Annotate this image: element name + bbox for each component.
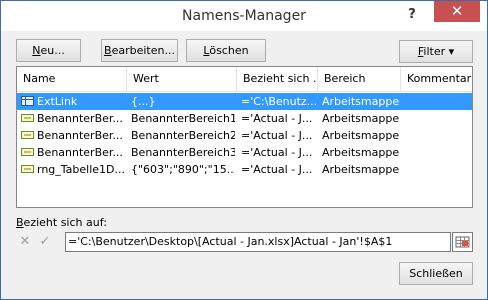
refers-to-bar: ✕ ✓ ='C:\Benutzer\Desktop\[Actual - Jan.… [16,232,473,254]
list-header: Name Wert Bezieht sich ... Bereich Komme… [17,67,472,92]
new-button[interactable]: Neu... [16,39,81,62]
cell-name: BenannterBer... [37,146,123,159]
name-icon [21,165,34,173]
cell-scope: Arbeitsmappe [322,95,400,108]
name-icon [21,131,34,139]
cell-name: BenannterBer... [37,112,123,125]
close-window-button[interactable]: ✕ [434,1,480,22]
range-select-button[interactable] [452,232,473,252]
refers-to-input[interactable]: ='C:\Benutzer\Desktop\[Actual - Jan.xlsx… [65,232,451,252]
range-select-icon [455,236,470,248]
refers-to-label: Bezieht sich auf: [16,216,107,229]
cell-refers: ='Actual - J... [241,146,313,159]
table-icon [21,96,34,106]
table-row[interactable]: rng_Tabelle1D... {"603";"890";"15... ='A… [17,161,472,178]
cell-name: ExtLink [37,95,78,108]
delete-button[interactable]: Löschen [186,39,266,62]
column-header-value[interactable]: Wert [127,67,237,91]
cell-value: BenannterBereich2 [131,129,235,142]
help-button[interactable]: ? [401,5,423,25]
cell-comment [405,93,470,110]
close-button[interactable]: Schließen [399,262,473,285]
name-manager-dialog: Namens-Manager ? ✕ Neu... Bearbeiten... … [0,0,488,300]
column-header-name[interactable]: Name [17,67,127,91]
cell-value: BenannterBereich3 [131,146,235,159]
table-row[interactable]: ExtLink {...} ='C:\Benutz... Arbeitsmapp… [17,93,472,110]
names-list[interactable]: Name Wert Bezieht sich ... Bereich Komme… [16,66,473,208]
cell-scope: Arbeitsmappe [322,146,400,159]
cell-scope: Arbeitsmappe [322,112,400,125]
cell-refers: ='C:\Benutz... [241,95,316,108]
cell-value: {"603";"890";"15... [131,163,235,176]
edit-button[interactable]: Bearbeiten... [101,39,178,62]
cell-name: rng_Tabelle1D... [37,163,125,176]
confirm-edit-icon[interactable]: ✓ [36,232,54,252]
table-row[interactable]: BenannterBer... BenannterBereich3 ='Actu… [17,144,472,161]
cell-scope: Arbeitsmappe [322,129,400,142]
cell-comment [405,161,470,178]
column-header-refers[interactable]: Bezieht sich ... [237,67,318,91]
cell-value: {...} [131,95,156,108]
table-row[interactable]: BenannterBer... BenannterBereich2 ='Actu… [17,127,472,144]
cell-refers: ='Actual - J... [241,129,313,142]
column-header-comment[interactable]: Kommentar [401,67,472,91]
cancel-edit-icon[interactable]: ✕ [16,232,34,252]
name-icon [21,114,34,122]
table-row[interactable]: BenannterBer... BenannterBereich1 ='Actu… [17,110,472,127]
cell-comment [405,127,470,144]
cell-name: BenannterBer... [37,129,123,142]
title-bar: Namens-Manager ? ✕ [1,1,487,31]
cell-refers: ='Actual - J... [241,163,313,176]
cell-comment [405,144,470,161]
name-icon [21,148,34,156]
cell-scope: Arbeitsmappe [322,163,400,176]
cell-comment [405,110,470,127]
filter-button[interactable]: Filter ▾ [399,40,473,63]
column-header-scope[interactable]: Bereich [318,67,401,91]
cell-refers: ='Actual - J... [241,112,313,125]
cell-value: BenannterBereich1 [131,112,235,125]
